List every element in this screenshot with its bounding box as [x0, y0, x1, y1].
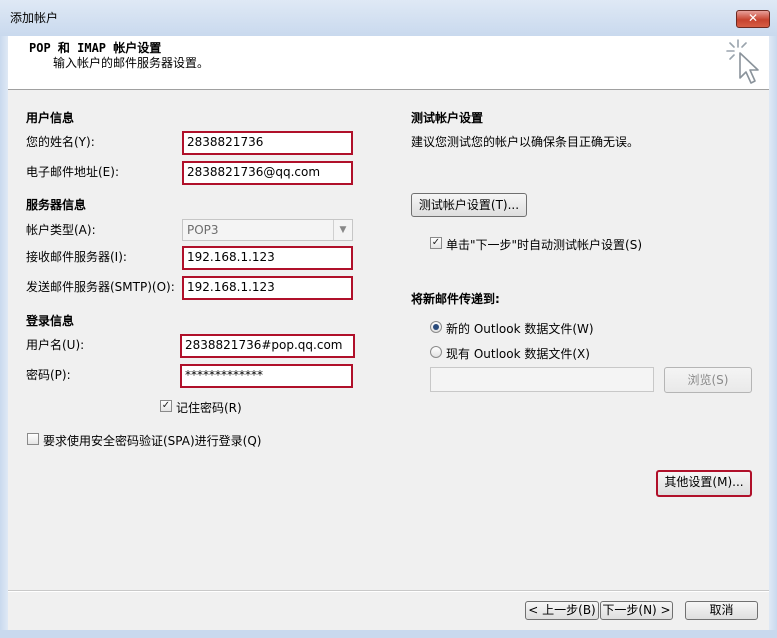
cursor-sparkle-icon — [726, 39, 759, 84]
chevron-down-icon: ▼ — [333, 220, 352, 240]
remember-password-checkbox[interactable]: ✓ — [160, 400, 172, 412]
test-settings-button[interactable]: 测试帐户设置(T)... — [411, 193, 527, 217]
check-icon: ✓ — [431, 237, 441, 248]
incoming-server-input[interactable]: 192.168.1.123 — [182, 246, 353, 270]
username-input[interactable]: 2838821736#pop.qq.com — [180, 334, 355, 358]
user-info-heading: 用户信息 — [26, 111, 75, 125]
remember-password-label[interactable]: 记住密码(R) — [176, 399, 242, 416]
test-settings-heading: 测试帐户设置 — [411, 111, 484, 125]
account-type-select: POP3 ▼ — [182, 219, 353, 241]
window-frame-bottom — [0, 630, 777, 638]
deliver-heading: 将新邮件传递到: — [411, 292, 500, 306]
spa-checkbox[interactable] — [27, 433, 39, 445]
auto-test-checkbox[interactable]: ✓ — [430, 237, 442, 249]
outgoing-server-input[interactable]: 192.168.1.123 — [182, 276, 353, 300]
dialog-header: POP 和 IMAP 帐户设置 输入帐户的邮件服务器设置。 — [8, 36, 769, 90]
login-info-heading: 登录信息 — [26, 314, 75, 328]
page-subtitle: 输入帐户的邮件服务器设置。 — [53, 56, 210, 70]
account-type-value: POP3 — [187, 223, 219, 237]
more-settings-button[interactable]: 其他设置(M)... — [656, 470, 752, 497]
password-input[interactable]: ************* — [180, 364, 353, 388]
spa-label[interactable]: 要求使用安全密码验证(SPA)进行登录(Q) — [43, 432, 261, 449]
window-frame-left — [0, 36, 8, 638]
close-button[interactable]: ✕ — [736, 10, 770, 28]
check-icon: ✓ — [161, 400, 171, 411]
new-data-file-radio[interactable] — [430, 321, 442, 333]
data-file-path-input — [430, 367, 654, 392]
radio-selected-dot — [433, 324, 439, 330]
password-label: 密码(P): — [26, 368, 71, 382]
username-label: 用户名(U): — [26, 338, 85, 352]
browse-button: 浏览(S) — [664, 367, 752, 393]
outgoing-server-label: 发送邮件服务器(SMTP)(O): — [26, 280, 175, 294]
new-data-file-label[interactable]: 新的 Outlook 数据文件(W) — [446, 320, 594, 337]
server-info-heading: 服务器信息 — [26, 198, 87, 212]
auto-test-label[interactable]: 单击"下一步"时自动测试帐户设置(S) — [446, 236, 642, 253]
back-button[interactable]: < 上一步(B) — [525, 601, 599, 620]
email-input[interactable]: 2838821736@qq.com — [182, 161, 353, 185]
email-label: 电子邮件地址(E): — [26, 165, 119, 179]
close-icon: ✕ — [747, 11, 759, 25]
next-button[interactable]: 下一步(N) > — [600, 601, 673, 620]
test-settings-description: 建议您测试您的帐户以确保条目正确无误。 — [411, 135, 640, 149]
window-title: 添加帐户 — [10, 11, 59, 25]
footer-divider — [8, 590, 769, 592]
name-label: 您的姓名(Y): — [26, 135, 95, 149]
cancel-button[interactable]: 取消 — [685, 601, 758, 620]
account-type-label: 帐户类型(A): — [26, 223, 96, 237]
window-frame-right — [769, 36, 777, 638]
incoming-server-label: 接收邮件服务器(I): — [26, 250, 127, 264]
existing-data-file-radio[interactable] — [430, 346, 442, 358]
name-input[interactable]: 2838821736 — [182, 131, 353, 155]
existing-data-file-label[interactable]: 现有 Outlook 数据文件(X) — [446, 345, 590, 362]
title-bar[interactable]: 添加帐户 ✕ — [0, 0, 777, 37]
